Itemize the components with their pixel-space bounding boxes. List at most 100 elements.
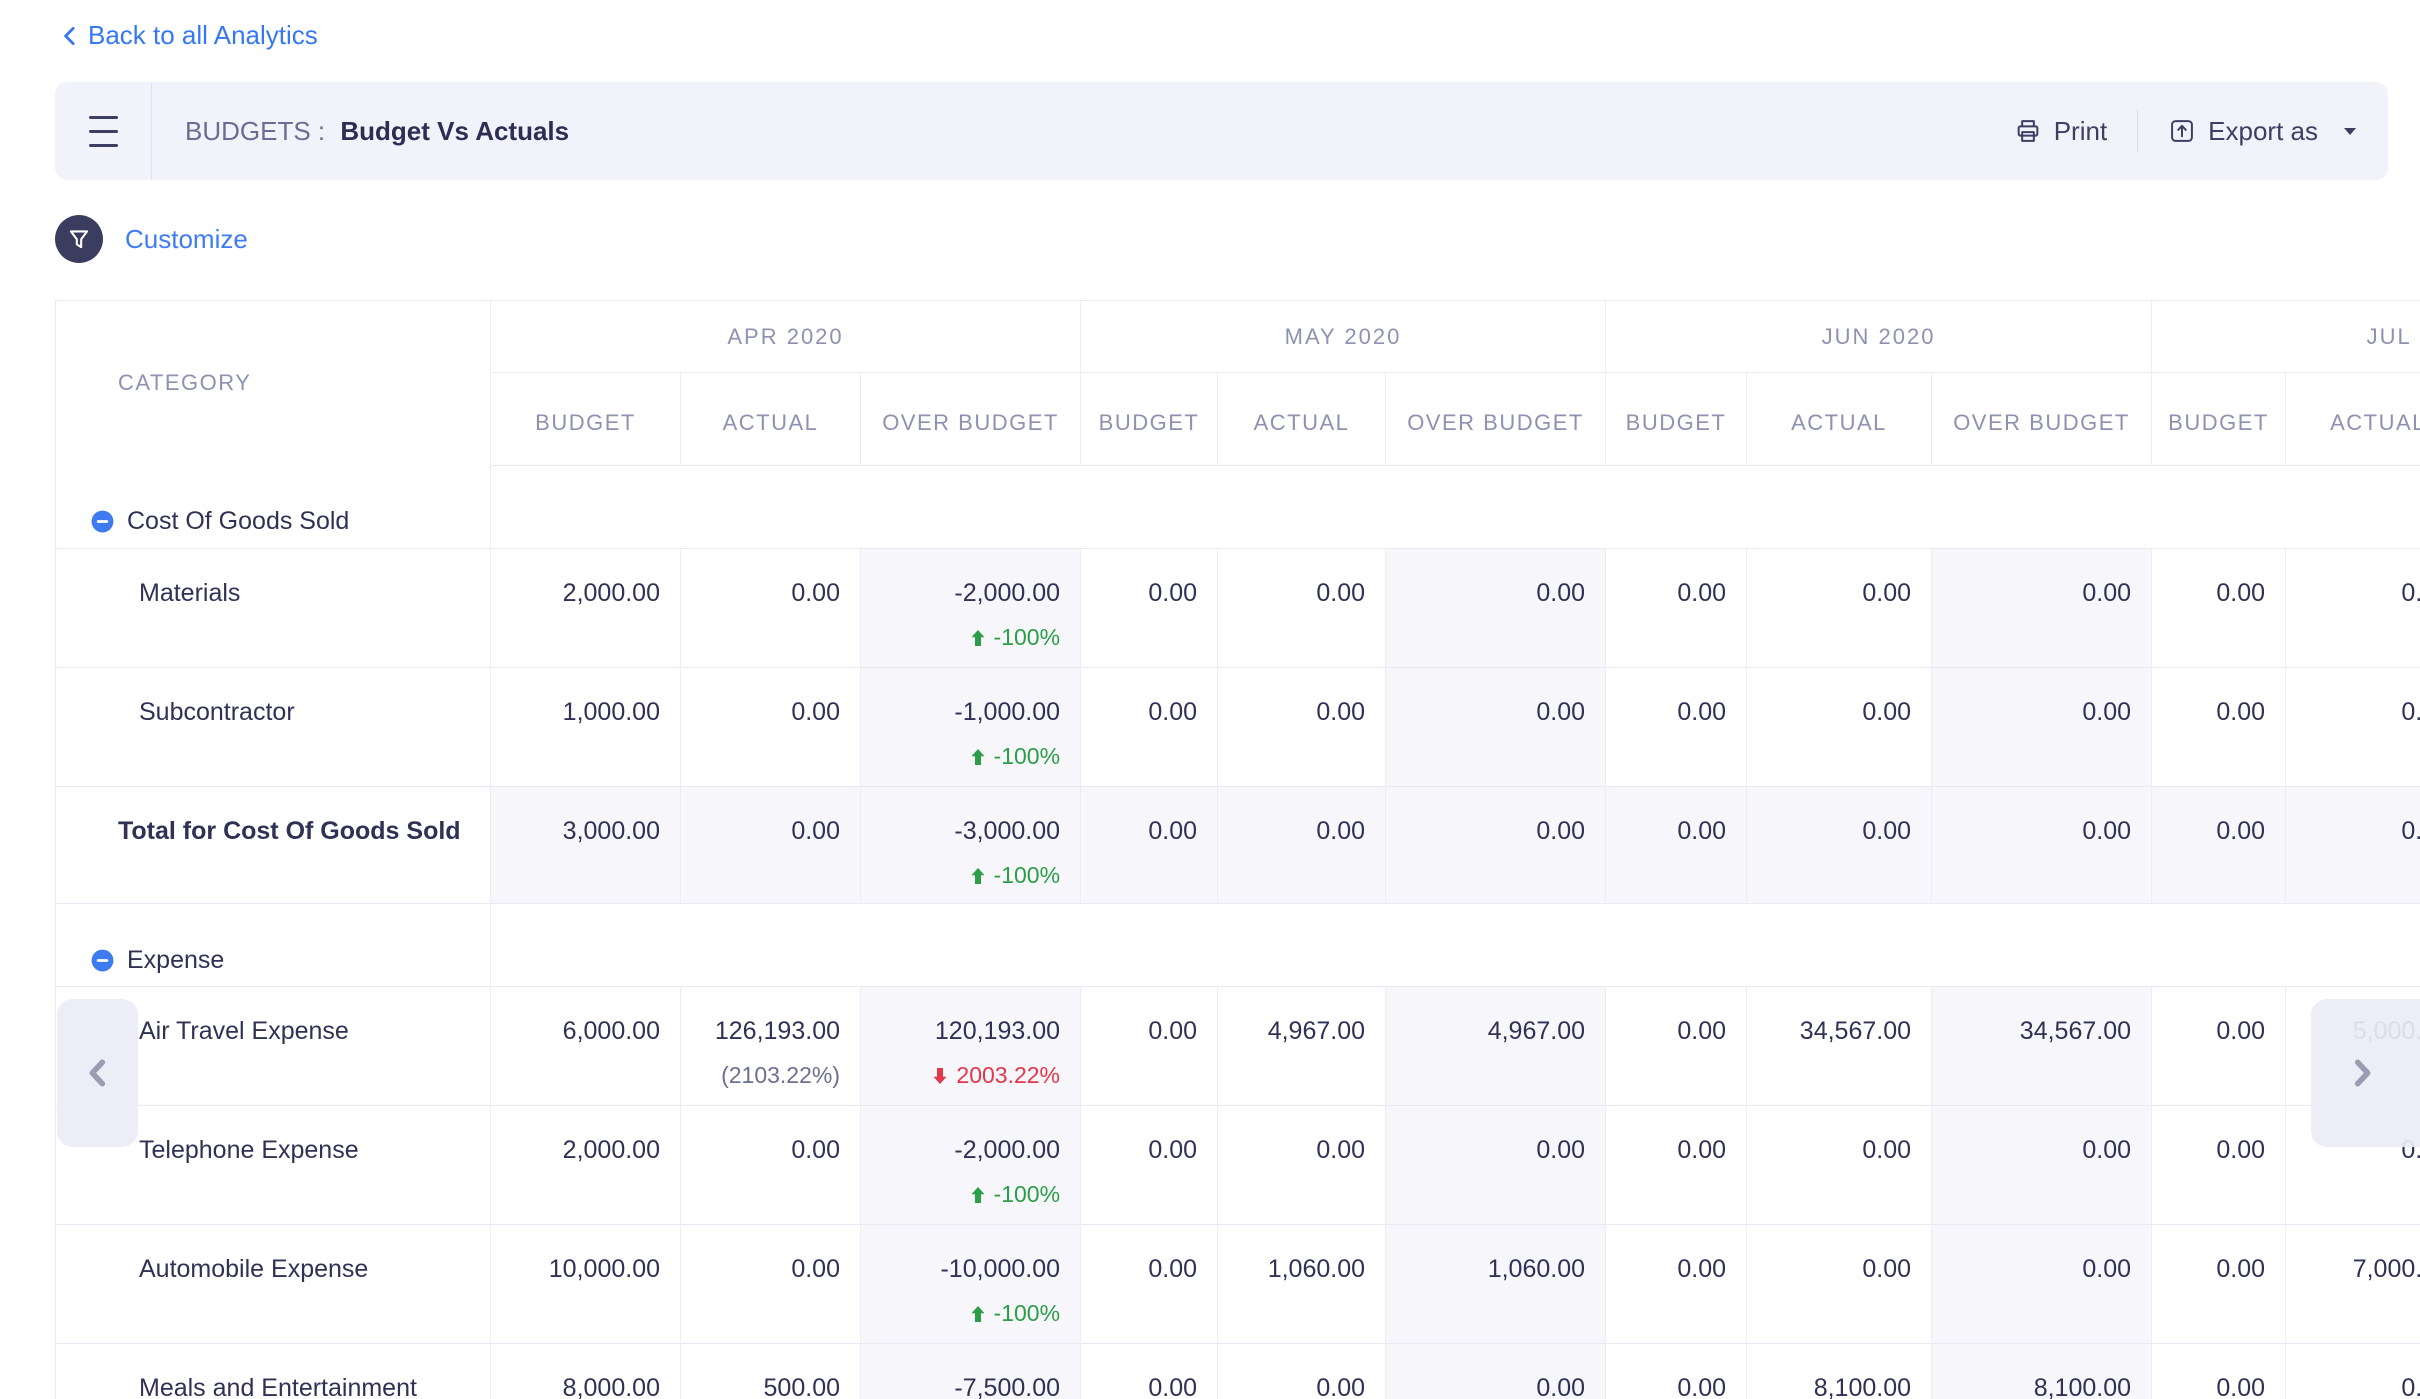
collapse-toggle-icon[interactable] xyxy=(90,948,115,973)
value-cell: 0.00 xyxy=(2286,668,2420,787)
cell-value: 0.00 xyxy=(1392,817,1585,846)
value-cell: 0.00 xyxy=(2152,549,2286,668)
value-cell: 0.00 xyxy=(1218,1344,1386,1399)
cell-value: 0.00 xyxy=(1938,817,2131,846)
cell-value: 0.00 xyxy=(1224,1374,1365,1399)
cell-value: 0.00 xyxy=(2158,1017,2265,1046)
arrow-up-icon xyxy=(968,1185,988,1205)
value-cell: 0.00 xyxy=(2152,787,2286,904)
cell-value: 1,000.00 xyxy=(497,698,660,727)
cell-value: 0.00 xyxy=(687,817,840,846)
scroll-right-button[interactable] xyxy=(2311,999,2420,1147)
chevron-right-icon xyxy=(2345,1056,2379,1090)
value-cell: 0.00 xyxy=(1081,668,1218,787)
value-cell: 0.00 xyxy=(1081,1106,1218,1225)
value-cell: 0.00 xyxy=(1606,668,1747,787)
cell-value: 0.00 xyxy=(1087,1017,1197,1046)
export-icon xyxy=(2168,117,2196,145)
chevron-left-icon xyxy=(81,1056,115,1090)
value-cell: 0.00 xyxy=(1386,787,1606,904)
arrow-up-icon xyxy=(968,1304,988,1324)
print-button[interactable]: Print xyxy=(2014,116,2107,147)
value-cell: 0.00 xyxy=(1081,1344,1218,1399)
cell-value: 6,000.00 xyxy=(497,1017,660,1046)
cell-value: 0.00 xyxy=(1224,698,1365,727)
value-cell: -2,000.00 -100% xyxy=(861,549,1081,668)
value-cell: 0.00 xyxy=(1606,549,1747,668)
value-cell: 0.00 xyxy=(2286,1344,2420,1399)
value-cell: 1,060.00 xyxy=(1218,1225,1386,1344)
value-cell: 0.00 xyxy=(681,1106,861,1225)
delta-percent: -100% xyxy=(867,743,1060,770)
group-row-spacer xyxy=(491,466,2420,549)
table-row: Expense xyxy=(56,904,2420,987)
cell-value: 2,000.00 xyxy=(497,1136,660,1165)
value-cell: 0.00 xyxy=(1218,787,1386,904)
category-cell: Meals and Entertainment xyxy=(56,1344,491,1399)
value-cell: -3,000.00-100% xyxy=(861,787,1081,904)
cell-value: 0.00 xyxy=(2292,698,2420,727)
cell-value: 0.00 xyxy=(2158,1255,2265,1284)
cell-value: 0.00 xyxy=(1938,1255,2131,1284)
filter-icon[interactable] xyxy=(55,215,103,263)
back-link-label: Back to all Analytics xyxy=(88,20,318,51)
cell-value: -10,000.00 xyxy=(867,1255,1060,1284)
cell-value: 8,100.00 xyxy=(1753,1374,1911,1399)
cell-value: 10,000.00 xyxy=(497,1255,660,1284)
cell-value: 0.00 xyxy=(1753,1255,1911,1284)
category-cell: Materials xyxy=(56,549,491,668)
caret-down-icon xyxy=(2340,121,2360,141)
cell-value: 0.00 xyxy=(687,1136,840,1165)
value-cell: 0.00 xyxy=(681,549,861,668)
category-cell: Subcontractor xyxy=(56,668,491,787)
arrow-up-icon xyxy=(968,747,988,767)
back-link[interactable]: Back to all Analytics xyxy=(58,20,318,51)
value-cell: 0.00 xyxy=(2152,1225,2286,1344)
month-column-header: JUN 2020 xyxy=(1606,301,2152,373)
delta-percent: -100% xyxy=(867,624,1060,651)
value-cell: 126,193.00(2103.22%) xyxy=(681,987,861,1106)
delta-percent: -100% xyxy=(867,1300,1060,1327)
table-row: Total for Cost Of Goods Sold3,000.000.00… xyxy=(56,787,2420,904)
category-cell: Automobile Expense xyxy=(56,1225,491,1344)
arrow-up-icon xyxy=(968,866,988,886)
customize-button[interactable]: Customize xyxy=(125,224,248,255)
arrow-down-icon xyxy=(930,1066,950,1086)
cell-value: 0.00 xyxy=(1612,817,1726,846)
value-cell: 34,567.00 xyxy=(1932,987,2152,1106)
value-cell: 0.00 xyxy=(2152,987,2286,1106)
menu-icon[interactable] xyxy=(55,82,151,180)
cell-value: -2,000.00 xyxy=(867,579,1060,608)
value-cell: 2,000.00 xyxy=(491,549,681,668)
cell-value: 0.00 xyxy=(1753,579,1911,608)
cell-value: 0.00 xyxy=(1087,698,1197,727)
value-cell: 0.00 xyxy=(2152,1344,2286,1399)
table-row: Automobile Expense10,000.00 0.00 -10,000.0… xyxy=(56,1225,2420,1344)
value-cell: 1,060.00 xyxy=(1386,1225,1606,1344)
value-cell: 0.00 xyxy=(1606,1225,1747,1344)
value-cell: 0.00 xyxy=(2152,668,2286,787)
cell-value: -3,000.00 xyxy=(867,817,1060,846)
sub-column-header: OVER BUDGET xyxy=(861,373,1081,466)
table-row: Cost Of Goods Sold xyxy=(56,466,2420,549)
delta-percent: 2003.22% xyxy=(867,1062,1060,1089)
report-name: Budget Vs Actuals xyxy=(340,116,569,146)
cell-value: 0.00 xyxy=(2292,579,2420,608)
cell-value: 0.00 xyxy=(2158,1374,2265,1399)
value-cell: 500.00 xyxy=(681,1344,861,1399)
group-category-cell: Cost Of Goods Sold xyxy=(56,466,491,549)
group-category-cell: Expense xyxy=(56,904,491,987)
export-as-button[interactable]: Export as xyxy=(2168,116,2360,147)
category-cell: Total for Cost Of Goods Sold xyxy=(56,787,491,904)
cell-value: 2,000.00 xyxy=(497,579,660,608)
group-label: Expense xyxy=(127,946,224,975)
scroll-left-button[interactable] xyxy=(57,999,138,1147)
value-cell: 0.00 xyxy=(1932,1225,2152,1344)
collapse-toggle-icon[interactable] xyxy=(90,509,115,534)
cell-value: 0.00 xyxy=(2158,817,2265,846)
cell-value: 0.00 xyxy=(1087,1255,1197,1284)
cell-value: 120,193.00 xyxy=(867,1017,1060,1046)
sub-column-header: BUDGET xyxy=(2152,373,2286,466)
cell-value: 0.00 xyxy=(1612,1017,1726,1046)
report-toolbar: BUDGETS : Budget Vs Actuals Print Export… xyxy=(55,82,2388,180)
